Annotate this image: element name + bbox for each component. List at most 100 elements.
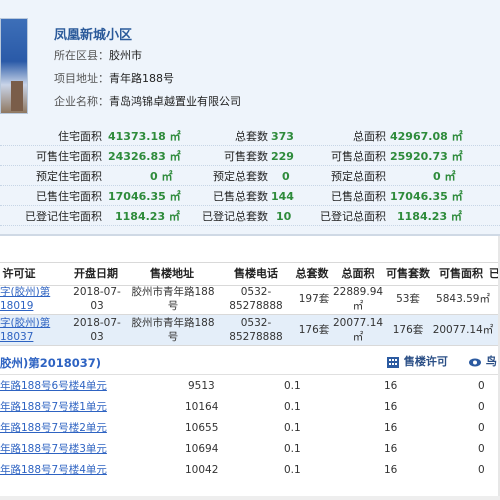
stat-value: 10 [276,210,292,223]
stats-row: 预定住宅面积 0 ㎡ 预定总套数 0 预定总面积 0 ㎡ [0,168,500,186]
building-value: 9513 [188,380,215,392]
sale-area: 5843.59㎡ [436,293,490,305]
sales-phone: 85278888 [229,300,283,312]
stats-grid: 住宅面积 41373.18 ㎡ 总套数 373 总面积 42967.08 ㎡ 可… [0,128,500,226]
building-link[interactable]: 年路188号7号楼3单元 [0,439,107,460]
eye-icon [469,358,481,366]
stat-value: 0 ㎡ [433,170,456,183]
open-date: 2018-07- [73,317,121,329]
building-value: 0.1 [284,464,301,476]
col-permit: 许可证 [2,267,36,280]
permit-link[interactable]: 字(胶州)第 [0,316,50,330]
stat-value: 17046.35 ㎡ [390,190,463,203]
stat-label: 预定总面积 [331,170,386,183]
sales-address: 胶州市青年路188 [131,317,215,329]
building-value: 0.1 [284,422,301,434]
district-value: 胶州市 [109,49,142,62]
building-value: 10042 [185,464,219,476]
birdview-button[interactable]: 鸟 [468,354,497,370]
stat-label: 总套数 [235,130,268,143]
stat-value: 24326.83 ㎡ [108,150,181,163]
stat-value: 144 [271,190,294,203]
stat-value: 17046.35 ㎡ [108,190,181,203]
building-value: 16 [384,443,398,455]
building-row[interactable]: 年路188号7号楼3单元 10694 0.1 16 0 [0,439,500,460]
stats-row: 已登记住宅面积 1184.23 ㎡ 已登记总套数 10 已登记总面积 1184.… [0,208,500,226]
table-row[interactable]: 字(胶州)第 18019 2018-07- 03 胶州市青年路188 号 0532-… [0,284,500,315]
table-header: 许可证 开盘日期 售楼地址 售楼电话 总套数 总面积 可售套数 可售面积 已 [0,262,500,286]
stat-label: 已售总套数 [213,190,268,203]
district-label: 所在区县： [54,49,109,62]
building-value: 0 [478,443,485,455]
stat-value: 0 ㎡ [150,170,173,183]
building-row[interactable]: 年路188号7号楼2单元 10655 0.1 16 0 [0,418,500,439]
open-date: 03 [90,331,104,343]
total-units: 197套 [298,293,330,305]
building-value: 10164 [185,401,219,413]
stat-label: 预定总套数 [213,170,268,183]
total-area: ㎡ [352,300,364,312]
building-row[interactable]: 年路188号7号楼4单元 10042 0.1 16 0 [0,460,500,481]
sale-permit-button[interactable]: 售楼许可 [386,354,448,370]
sale-area: 20077.14㎡ [432,324,494,336]
sales-phone: 0532- [240,286,272,298]
company-label: 企业名称： [54,95,109,108]
building-icon [387,356,399,368]
total-area: 20077.14 [332,317,384,329]
permit-link[interactable]: 字(胶州)第 [0,285,50,299]
building-value: 0 [478,380,485,392]
sales-phone: 85278888 [229,331,283,343]
stat-label: 已售总面积 [331,190,386,203]
col-sales-address: 售楼地址 [150,267,194,280]
stat-value: 373 [271,130,294,143]
section-divider [0,234,500,236]
stat-label: 可售总面积 [331,150,386,163]
building-link[interactable]: 年路188号7号楼4单元 [0,460,107,481]
stats-row: 已售住宅面积 17046.35 ㎡ 已售总套数 144 已售总面积 17046.… [0,188,500,206]
building-value: 16 [384,401,398,413]
building-row[interactable]: 年路188号7号楼1单元 10164 0.1 16 0 [0,397,500,418]
permit-link[interactable]: 18037 [0,330,33,344]
stat-value: 229 [271,150,294,163]
stats-row: 可售住宅面积 24326.83 ㎡ 可售套数 229 可售总面积 25920.7… [0,148,500,166]
building-value: 0.1 [284,380,301,392]
stat-label: 住宅面积 [58,130,102,143]
building-value: 10694 [185,443,219,455]
total-area: 22889.94 [332,286,384,298]
stat-label: 已登记总面积 [320,210,386,223]
col-sales-phone: 售楼电话 [234,267,278,280]
stat-label: 总面积 [353,130,386,143]
open-date: 2018-07- [73,286,121,298]
table-row[interactable]: 字(胶州)第 18037 2018-07- 03 胶州市青年路188 号 0532-… [0,315,500,346]
building-value: 0 [478,401,485,413]
building-value: 0.1 [284,443,301,455]
col-sale-units: 可售套数 [386,267,430,280]
building-value: 0 [478,422,485,434]
building-link[interactable]: 年路188号7号楼1单元 [0,397,107,418]
permit-detail-title: 胶州)第2018037) [0,356,102,370]
project-photo [0,18,28,114]
birdview-label: 鸟 [485,355,497,368]
total-area: ㎡ [352,331,364,343]
company-line: 企业名称：青岛鸿锦卓越置业有限公司 [54,93,241,109]
address-line: 项目地址：青年路188号 [54,70,174,86]
stat-value: 1184.23 ㎡ [115,210,180,223]
district-line: 所在区县：胶州市 [54,47,142,63]
building-value: 0.1 [284,401,301,413]
horizontal-scrollbar[interactable] [0,496,500,500]
col-sale-area: 可售面积 [439,267,483,280]
address-value: 青年路188号 [109,72,174,85]
stat-value: 42967.08 ㎡ [390,130,463,143]
stat-label: 可售住宅面积 [36,150,102,163]
stat-value: 0 [282,170,290,183]
building-link[interactable]: 年路188号7号楼2单元 [0,418,107,439]
building-link[interactable]: 年路188号6号楼4单元 [0,376,107,397]
stat-label: 已登记总套数 [202,210,268,223]
col-total-area: 总面积 [341,267,375,280]
stat-label: 预定住宅面积 [36,170,102,183]
building-row[interactable]: 年路188号6号楼4单元 9513 0.1 16 0 [0,376,500,397]
permit-link[interactable]: 18019 [0,299,33,313]
stat-value: 1184.23 ㎡ [397,210,462,223]
sales-address: 号 [167,300,179,312]
stats-row: 住宅面积 41373.18 ㎡ 总套数 373 总面积 42967.08 ㎡ [0,128,500,146]
